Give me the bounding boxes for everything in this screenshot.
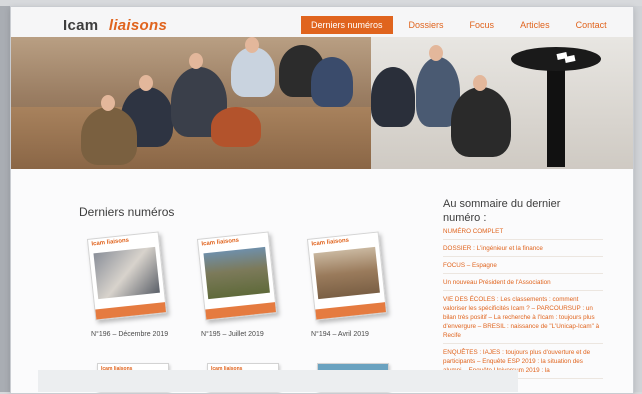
- issue-card[interactable]: Icam liaisons N°194 – Avril 2019: [306, 231, 389, 338]
- issue-card[interactable]: Icam liaisons N°195 – Juillet 2019: [196, 231, 279, 338]
- logo-prefix: Icam: [63, 17, 99, 34]
- issue-label[interactable]: N°195 – Juillet 2019: [201, 331, 279, 338]
- cover-photo: [93, 246, 160, 300]
- hero-person-head: [189, 53, 203, 69]
- nav-item-contact[interactable]: Contact: [566, 16, 617, 34]
- issue-card[interactable]: Icam liaisons N°196 – Décembre 2019: [86, 231, 169, 338]
- hero-black-table: [511, 47, 601, 167]
- logo-suffix: liaisons: [108, 17, 168, 34]
- cover-photo: [203, 246, 270, 300]
- bottom-overlay-band: [38, 370, 518, 392]
- nav-item-focus[interactable]: Focus: [460, 16, 505, 34]
- hero-person: [211, 107, 261, 147]
- hero-person: [311, 57, 353, 107]
- table-leg: [547, 63, 565, 167]
- cover-footer-band: [205, 302, 276, 320]
- hero-person-head: [139, 75, 153, 91]
- issue-label[interactable]: N°196 – Décembre 2019: [91, 331, 169, 338]
- hero-person: [81, 107, 137, 165]
- hero-person-head: [473, 75, 487, 91]
- sidebar-link[interactable]: Un nouveau Président de l'Association: [443, 278, 603, 291]
- hero-person: [451, 87, 511, 157]
- hero-person: [371, 67, 415, 127]
- issue-cover[interactable]: Icam liaisons: [306, 231, 388, 321]
- issue-cover[interactable]: Icam liaisons: [86, 231, 168, 321]
- cover-footer-band: [315, 302, 386, 320]
- sidebar-list: NUMÉRO COMPLET DOSSIER : L'ingénieur et …: [443, 227, 603, 383]
- sidebar-title: Au sommaire du dernier numéro :: [443, 198, 561, 224]
- section-title-derniers-numeros: Derniers numéros: [79, 205, 175, 219]
- sidebar-link[interactable]: VIE DES ÉCOLES : Les classements : comme…: [443, 295, 603, 344]
- site-logo[interactable]: Icam liaisons: [63, 17, 167, 34]
- website-screen: Icam liaisons Derniers numéros Dossiers …: [10, 6, 634, 394]
- hero-person-head: [245, 37, 259, 53]
- monitor-edge-left: [0, 6, 10, 392]
- issue-label[interactable]: N°194 – Avril 2019: [311, 331, 389, 338]
- nav-item-dossiers[interactable]: Dossiers: [399, 16, 454, 34]
- hero-person: [231, 47, 275, 97]
- sidebar-link[interactable]: DOSSIER : L'ingénieur et la finance: [443, 244, 603, 257]
- hero-person-head: [101, 95, 115, 111]
- nav-item-articles[interactable]: Articles: [510, 16, 560, 34]
- issue-cover[interactable]: Icam liaisons: [196, 231, 278, 321]
- hero-person-head: [429, 45, 443, 61]
- hero-photo: [11, 37, 633, 169]
- cover-footer-band: [95, 302, 166, 320]
- sidebar-link[interactable]: FOCUS – Espagne: [443, 261, 603, 274]
- nav-item-derniers-numeros[interactable]: Derniers numéros: [301, 16, 393, 34]
- cover-photo: [313, 246, 380, 300]
- table-top: [511, 47, 601, 71]
- main-nav: Derniers numéros Dossiers Focus Articles…: [301, 15, 623, 35]
- sidebar-link[interactable]: NUMÉRO COMPLET: [443, 227, 603, 240]
